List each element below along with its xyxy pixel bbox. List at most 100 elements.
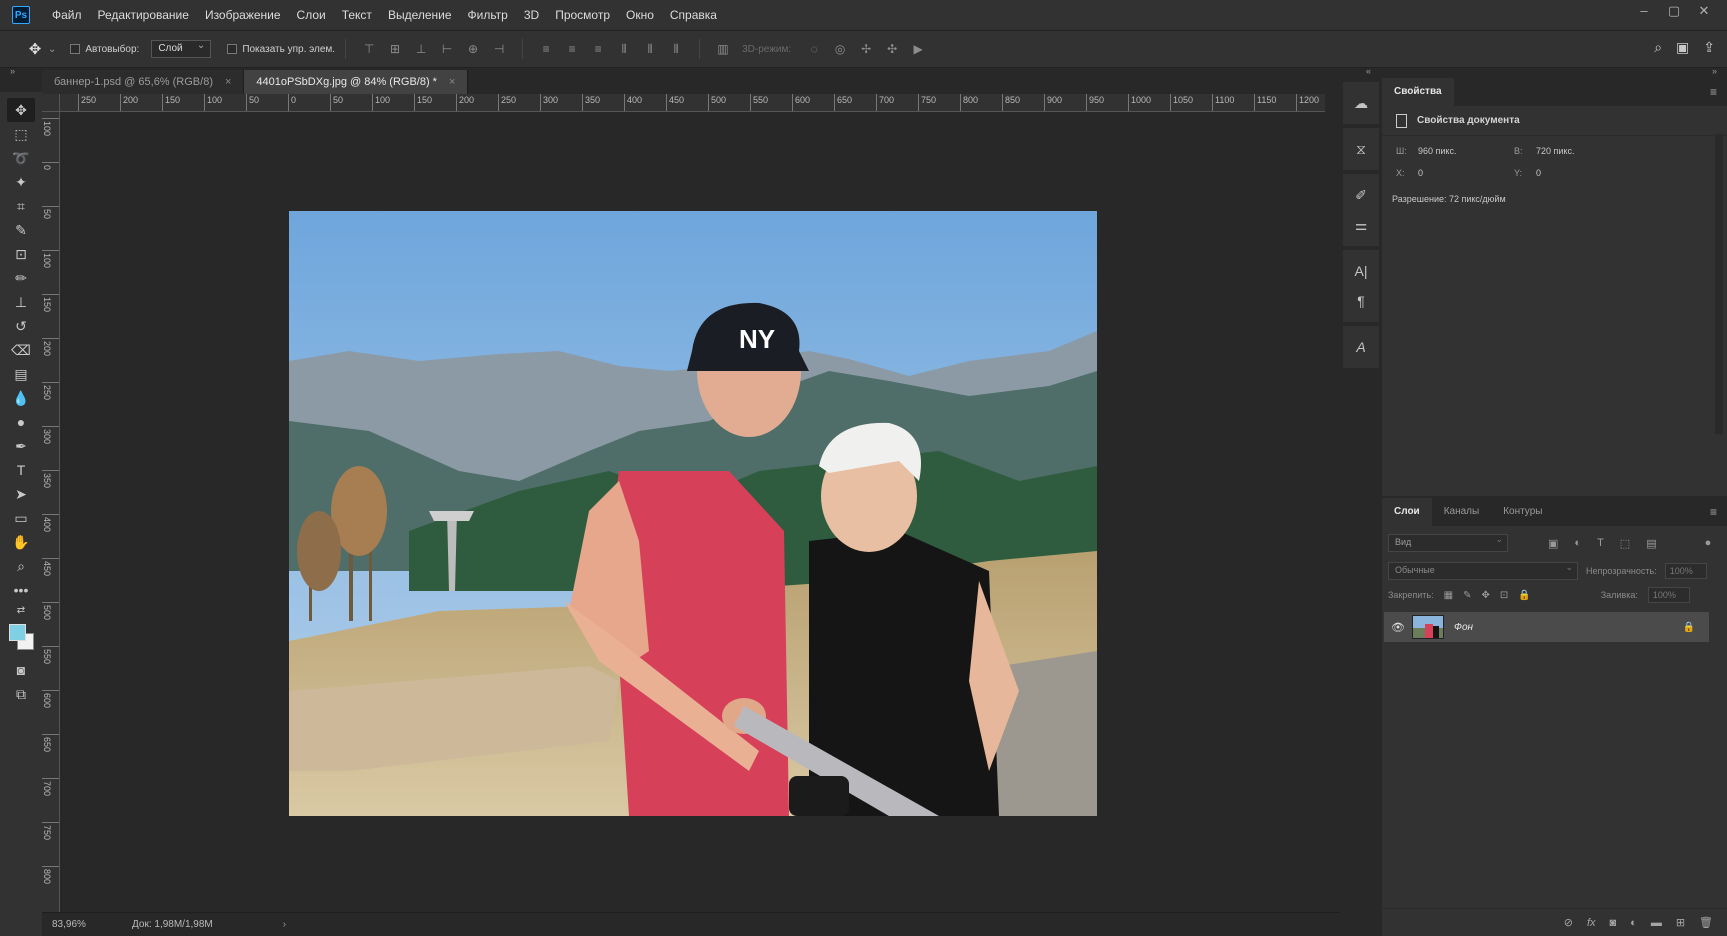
history-icon[interactable]: ⧖ [1346,134,1376,164]
distribute-hcenter-icon[interactable]: ⦀ [643,42,657,56]
canvas-area[interactable]: NY [60,112,1325,912]
dodge-tool-icon[interactable]: ● [7,410,35,434]
filter-pixel-icon[interactable]: ▣ [1548,537,1558,550]
menu-file[interactable]: Файл [44,0,90,30]
show-controls-checkbox[interactable]: Показать упр. элем. [227,44,335,55]
tab-layers[interactable]: Слои [1382,498,1432,526]
height-field[interactable]: В: 720 пикс. [1514,146,1632,156]
lock-artboard-icon[interactable]: ⊡ [1500,590,1508,601]
menu-help[interactable]: Справка [662,0,725,30]
marquee-tool-icon[interactable]: ⬚ [7,122,35,146]
tab-document-2[interactable]: 4401oPSbDXg.jpg @ 84% (RGB/8) * × [244,70,469,94]
new-layer-icon[interactable]: ⊞ [1676,916,1685,929]
drag-3d-icon[interactable]: ✢ [859,42,873,56]
filter-toggle-icon[interactable]: ● [1705,537,1712,549]
distribute-bottom-icon[interactable]: ≡ [591,42,605,56]
menu-image[interactable]: Изображение [197,0,289,30]
close-tab-icon[interactable]: × [225,70,231,94]
character-icon[interactable]: A| [1346,256,1376,286]
swap-colors-icon[interactable]: ⇄ [7,602,35,618]
quick-mask-icon[interactable]: ◙ [7,658,35,682]
screen-mode-icon[interactable]: ⧉ [7,682,35,706]
menu-layers[interactable]: Слои [289,0,334,30]
panel-menu-icon[interactable]: ≡ [1710,85,1717,99]
expand-left-icon[interactable]: » [10,66,15,76]
autoselect-checkbox[interactable]: Автовыбор: [70,44,139,55]
collapse-dock-icon[interactable]: « [1366,66,1371,76]
menu-edit[interactable]: Редактирование [90,0,197,30]
gradient-tool-icon[interactable]: ▤ [7,362,35,386]
stamp-tool-icon[interactable]: ⊥ [7,290,35,314]
link-layers-icon[interactable]: ⊘ [1564,916,1573,929]
properties-scrollbar[interactable] [1715,134,1723,434]
blur-tool-icon[interactable]: 💧 [7,386,35,410]
close-tab-icon[interactable]: × [449,70,455,94]
tab-document-1[interactable]: баннер-1.psd @ 65,6% (RGB/8) × [42,70,245,94]
align-bottom-icon[interactable]: ⊥ [414,42,428,56]
brush-presets-icon[interactable]: ✐ [1346,180,1376,210]
glyphs-icon[interactable]: A [1346,332,1376,362]
layer-lock-icon[interactable]: 🔒 [1683,622,1695,633]
eyedropper-icon[interactable]: ✎ [7,218,35,242]
pen-tool-icon[interactable]: ✒ [7,434,35,458]
foreground-color-swatch[interactable] [9,624,26,641]
menu-select[interactable]: Выделение [380,0,460,30]
visibility-eye-icon[interactable]: 👁 [1384,621,1412,634]
autoselect-dropdown[interactable]: Слой [151,40,212,58]
adjustments-icon[interactable]: ⚌ [1346,210,1376,240]
history-brush-icon[interactable]: ↺ [7,314,35,338]
add-mask-icon[interactable]: ◙ [1610,917,1617,929]
lock-all-icon[interactable]: 🔒 [1518,590,1530,601]
healing-brush-icon[interactable]: ⊡ [7,242,35,266]
expand-right-icon[interactable]: » [1712,66,1717,76]
panel-menu-icon[interactable]: ≡ [1710,505,1717,519]
x-field[interactable]: X: 0 [1396,168,1514,178]
status-menu-arrow-icon[interactable]: › [283,919,286,930]
restore-button[interactable]: ▢ [1659,0,1689,22]
libraries-icon[interactable]: ☁ [1346,88,1376,118]
y-field[interactable]: Y: 0 [1514,168,1632,178]
horizontal-ruler[interactable]: 250 200 150 100 50 0 50 100 150 200 250 300 350 400 45… [60,94,1325,112]
lock-transparent-icon[interactable]: ▦ [1444,590,1453,601]
layer-name[interactable]: Фон [1454,622,1473,633]
align-top-icon[interactable]: ⊤ [362,42,376,56]
hand-tool-icon[interactable]: ✋ [7,530,35,554]
share-icon[interactable]: ⇪ [1703,39,1715,56]
align-left-icon[interactable]: ⊢ [440,42,454,56]
auto-align-icon[interactable]: ▥ [716,42,730,56]
rectangle-tool-icon[interactable]: ▭ [7,506,35,530]
lock-position-icon[interactable]: ✥ [1481,590,1489,601]
tab-properties[interactable]: Свойства [1382,78,1454,106]
menu-text[interactable]: Текст [334,0,380,30]
ruler-origin[interactable] [42,94,60,112]
magic-wand-icon[interactable]: ✦ [7,170,35,194]
vertical-ruler[interactable]: 100 0 50 100 150 200 250 300 350 400 450 500 550 600 6… [42,112,60,912]
crop-tool-icon[interactable]: ⌗ [7,194,35,218]
document-image[interactable]: NY [289,211,1097,816]
workspace-icon[interactable]: ▣ [1676,39,1689,56]
path-select-icon[interactable]: ➤ [7,482,35,506]
minimize-button[interactable]: – [1629,0,1659,22]
blend-mode-dropdown[interactable]: Обычные [1388,562,1578,580]
menu-window[interactable]: Окно [618,0,662,30]
filter-shape-icon[interactable]: ⬚ [1620,537,1630,550]
distribute-left-icon[interactable]: ⦀ [617,42,631,56]
distribute-vcenter-icon[interactable]: ≡ [565,42,579,56]
more-tools-icon[interactable]: ••• [7,578,35,602]
filter-adjustment-icon[interactable]: ◐ [1574,537,1581,549]
zoom-tool-icon[interactable]: ⌕ [7,554,35,578]
filter-type-icon[interactable]: T [1597,537,1604,549]
layer-row[interactable]: 👁 Фон 🔒 [1384,612,1709,642]
move-tool-icon[interactable]: ✥ [7,98,35,122]
distribute-top-icon[interactable]: ≡ [539,42,553,56]
orbit-3d-icon[interactable]: ◌ [807,42,821,56]
menu-filter[interactable]: Фильтр [460,0,516,30]
distribute-right-icon[interactable]: ⦀ [669,42,683,56]
tab-paths[interactable]: Контуры [1491,498,1554,526]
menu-view[interactable]: Просмотр [547,0,618,30]
video-camera-icon[interactable]: ▶ [911,42,925,56]
roll-3d-icon[interactable]: ◎ [833,42,847,56]
vertical-scrollbar[interactable] [1325,112,1340,912]
layer-style-icon[interactable]: fx [1587,917,1596,929]
slide-3d-icon[interactable]: ✣ [885,42,899,56]
